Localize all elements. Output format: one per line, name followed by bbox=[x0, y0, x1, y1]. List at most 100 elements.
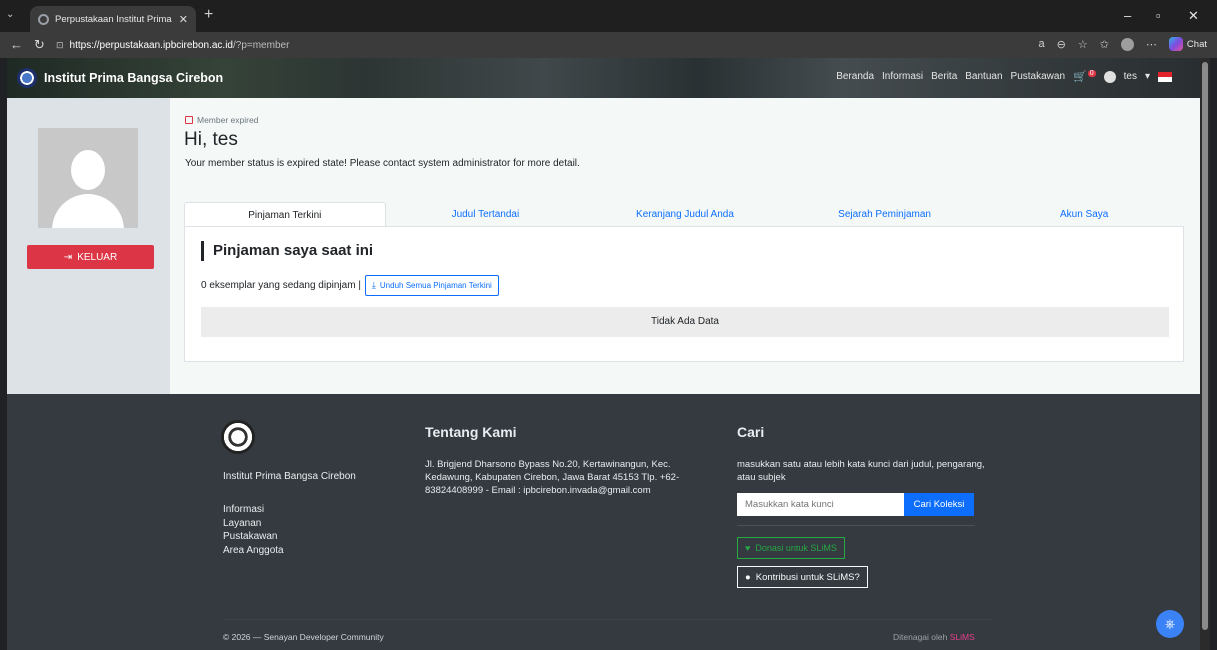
footer-links: Informasi Layanan Pustakawan Area Anggot… bbox=[223, 503, 284, 557]
cart-count-badge: 0 bbox=[1087, 70, 1096, 77]
new-tab-plus-icon[interactable]: + bbox=[204, 6, 213, 24]
chat-label[interactable]: Chat bbox=[1187, 39, 1207, 50]
logout-label: KELUAR bbox=[77, 251, 118, 263]
site-brand[interactable]: Institut Prima Bangsa Cirebon bbox=[17, 68, 223, 88]
status-message: Your member status is expired state! Ple… bbox=[185, 158, 580, 169]
loans-panel: Pinjaman saya saat ini 0 eksemplar yang … bbox=[184, 226, 1184, 362]
page-title: Hi, tes bbox=[184, 129, 238, 150]
search-collection-button[interactable]: Cari Koleksi bbox=[904, 493, 974, 516]
sign-out-icon: ⇥ bbox=[63, 251, 73, 263]
browser-addressbar: ← ↻ ⊡ https://perpustakaan.ipbcirebon.ac… bbox=[0, 32, 1217, 58]
footer-link-informasi[interactable]: Informasi bbox=[223, 503, 284, 517]
avatar-body-shape bbox=[52, 194, 124, 228]
language-flag-icon[interactable] bbox=[1158, 71, 1172, 82]
member-tabs: Pinjaman Terkini Judul Tertandai Keranja… bbox=[184, 202, 1184, 226]
footer-logo-icon bbox=[221, 420, 255, 454]
copyright-text: © 2026 — Senayan Developer Community bbox=[223, 632, 384, 642]
empty-table-row: Tidak Ada Data bbox=[201, 307, 1169, 337]
donate-label: Donasi untuk SLiMS bbox=[755, 543, 837, 553]
profile-avatar-icon[interactable] bbox=[1120, 37, 1134, 51]
favicon-icon bbox=[38, 13, 49, 25]
footer-divider bbox=[737, 525, 975, 526]
github-icon: ● bbox=[745, 571, 751, 583]
calendar-icon bbox=[185, 116, 193, 124]
tab-list-chevron-icon[interactable]: ⌄ bbox=[6, 9, 14, 20]
back-arrow-icon[interactable]: ← bbox=[10, 37, 23, 52]
brand-name: Institut Prima Bangsa Cirebon bbox=[44, 71, 224, 85]
search-description: masukkan satu atau lebih kata kunci dari… bbox=[737, 459, 985, 483]
nav-menu: Beranda Informasi Berita Bantuan Pustaka… bbox=[836, 70, 1172, 83]
footer-link-layanan[interactable]: Layanan bbox=[223, 517, 284, 531]
copilot-icon[interactable] bbox=[1168, 37, 1183, 51]
download-icon: ⤓ bbox=[371, 280, 376, 290]
more-menu-icon[interactable]: ⋯ bbox=[1146, 38, 1157, 51]
download-loans-button[interactable]: ⤓ Unduh Semua Pinjaman Terkini bbox=[364, 275, 499, 296]
accessibility-icon[interactable]: ⎈ bbox=[1156, 610, 1184, 638]
read-aloud-icon[interactable]: a bbox=[1038, 38, 1044, 50]
site-navbar: Institut Prima Bangsa Cirebon Beranda In… bbox=[7, 58, 1200, 98]
download-loans-label: Unduh Semua Pinjaman Terkini bbox=[379, 281, 492, 290]
contribute-label: Kontribusi untuk SLiMS? bbox=[755, 571, 860, 583]
tab-akun-saya[interactable]: Akun Saya bbox=[984, 202, 1184, 226]
basket-icon[interactable]: 🛒 0 bbox=[1073, 70, 1096, 83]
favorites-icon[interactable]: ✩ bbox=[1100, 38, 1109, 51]
footer-institution-name: Institut Prima Bangsa Cirebon bbox=[223, 471, 356, 482]
member-sidebar: ⇥ KELUAR bbox=[7, 98, 170, 394]
tab-pinjaman-terkini[interactable]: Pinjaman Terkini bbox=[184, 202, 386, 226]
user-avatar-icon[interactable] bbox=[1103, 70, 1116, 83]
url-bar[interactable]: ⊡ https://perpustakaan.ipbcirebon.ac.id … bbox=[56, 36, 1036, 54]
page-scrollbar[interactable] bbox=[1200, 58, 1210, 650]
zoom-icon[interactable]: ⊖ bbox=[1057, 38, 1066, 51]
site-info-icon[interactable]: ⊡ bbox=[56, 40, 64, 51]
close-window-icon[interactable]: ✕ bbox=[1188, 8, 1199, 24]
chevron-down-icon[interactable]: ▾ bbox=[1145, 71, 1150, 82]
avatar-head-shape bbox=[71, 150, 105, 190]
url-host: https://perpustakaan.ipbcirebon.ac.id bbox=[69, 39, 233, 51]
page-gutter-left bbox=[0, 58, 7, 650]
tab-keranjang-judul[interactable]: Keranjang Judul Anda bbox=[585, 202, 785, 226]
about-text: Jl. Brigjend Dharsono Bypass No.20, Kert… bbox=[425, 459, 680, 496]
powered-prefix: Ditenagai oleh bbox=[893, 632, 948, 642]
search-input[interactable] bbox=[737, 493, 904, 516]
favorite-star-icon[interactable]: ☆ bbox=[1078, 38, 1088, 51]
site-footer: Institut Prima Bangsa Cirebon Informasi … bbox=[7, 394, 1200, 650]
browser-tabstrip: ⌄ Perpustakaan Institut Prima Bangsa ✕ +… bbox=[0, 0, 1217, 32]
heart-icon: ♥ bbox=[745, 543, 751, 553]
browser-tab[interactable]: Perpustakaan Institut Prima Bangsa ✕ bbox=[30, 6, 196, 32]
contribute-button[interactable]: ● Kontribusi untuk SLiMS? bbox=[737, 566, 868, 588]
nav-item-berita[interactable]: Berita bbox=[931, 71, 957, 82]
institution-logo-icon bbox=[17, 68, 37, 88]
footer-link-pustakawan[interactable]: Pustakawan bbox=[223, 530, 284, 544]
member-status-text: Member expired bbox=[197, 115, 259, 125]
nav-item-bantuan[interactable]: Bantuan bbox=[965, 71, 1002, 82]
logout-button[interactable]: ⇥ KELUAR bbox=[27, 245, 154, 269]
tab-sejarah-peminjaman[interactable]: Sejarah Peminjaman bbox=[785, 202, 985, 226]
loan-count-text: 0 eksemplar yang sedang dipinjam | bbox=[201, 280, 361, 291]
member-main: Member expired Hi, tes Your member statu… bbox=[170, 98, 1200, 394]
page-gutter-right bbox=[1210, 58, 1217, 650]
nav-item-pustakawan[interactable]: Pustakawan bbox=[1011, 71, 1065, 82]
browser-tab-title: Perpustakaan Institut Prima Bangsa bbox=[55, 13, 173, 25]
search-title: Cari bbox=[737, 424, 765, 440]
slims-link[interactable]: SLiMS bbox=[950, 632, 975, 642]
user-menu-label[interactable]: tes bbox=[1124, 71, 1137, 82]
footer-bottom-divider bbox=[223, 619, 993, 620]
tab-close-icon[interactable]: ✕ bbox=[179, 13, 188, 26]
member-status-badge: Member expired bbox=[185, 115, 258, 125]
toolbar-icons: a ⊖ ☆ ✩ ⋯ Chat bbox=[1038, 37, 1207, 51]
restore-icon[interactable]: ▫ bbox=[1156, 8, 1161, 23]
member-photo bbox=[38, 128, 138, 228]
reload-icon[interactable]: ↻ bbox=[34, 37, 45, 53]
loan-count-row: 0 eksemplar yang sedang dipinjam | ⤓ Und… bbox=[201, 275, 499, 296]
tab-judul-tertandai[interactable]: Judul Tertandai bbox=[386, 202, 586, 226]
powered-by: Ditenagai oleh SLiMS bbox=[893, 632, 975, 642]
nav-item-informasi[interactable]: Informasi bbox=[882, 71, 923, 82]
about-title: Tentang Kami bbox=[425, 424, 517, 440]
scrollbar-thumb[interactable] bbox=[1202, 62, 1208, 630]
loans-title: Pinjaman saya saat ini bbox=[201, 241, 373, 261]
minimize-icon[interactable]: – bbox=[1124, 8, 1131, 23]
nav-item-beranda[interactable]: Beranda bbox=[836, 71, 874, 82]
footer-link-area-anggota[interactable]: Area Anggota bbox=[223, 544, 284, 558]
url-path: /?p=member bbox=[232, 39, 290, 51]
donate-button[interactable]: ♥ Donasi untuk SLiMS bbox=[737, 537, 845, 559]
